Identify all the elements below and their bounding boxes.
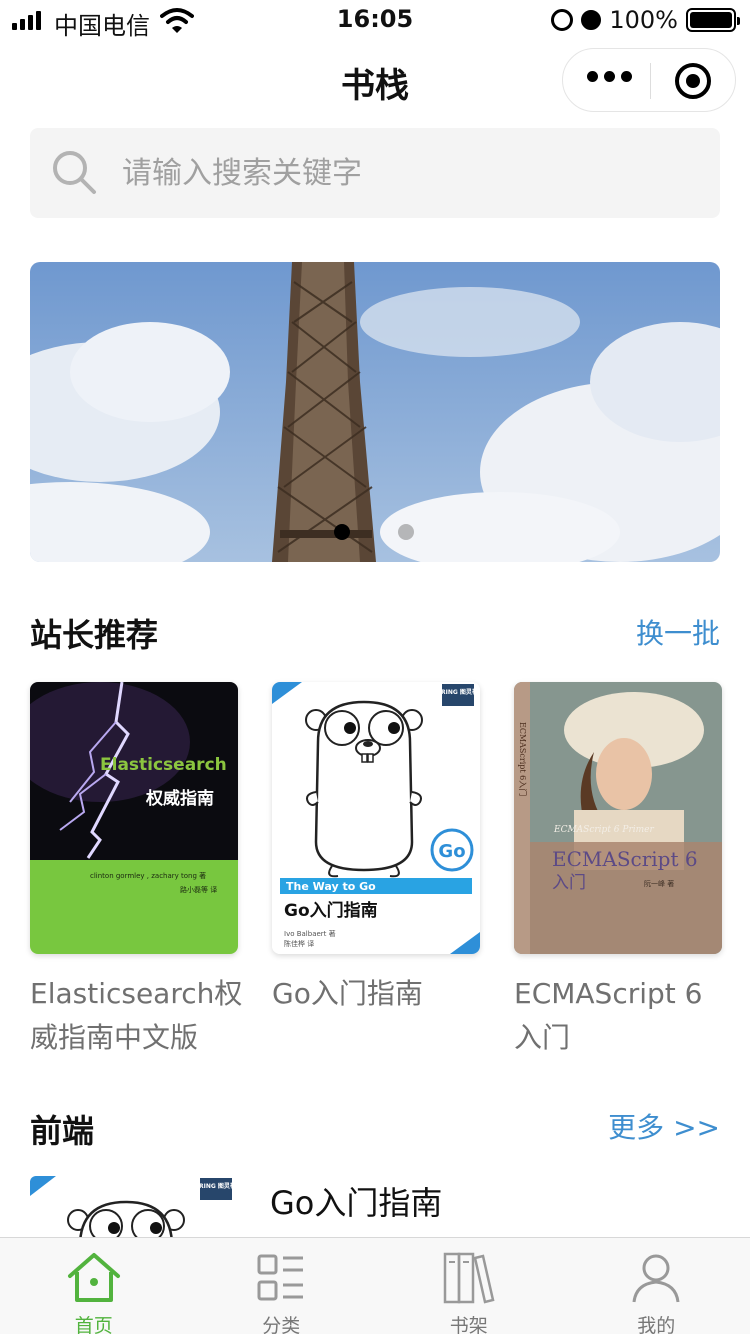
search-input[interactable] <box>122 128 702 218</box>
cover-heading-2: 入门 <box>552 873 586 893</box>
book-cover[interactable]: Elasticsearch 权威指南 clinton gormley , zac… <box>30 682 238 954</box>
cover-heading: Elasticsearch <box>100 755 227 775</box>
bottom-tab-bar: 首页 分类 书架 我的 <box>0 1237 750 1334</box>
cover-subtitle: 权威指南 <box>145 788 214 809</box>
more-link[interactable]: 更多 >> <box>608 1106 720 1146</box>
book-title[interactable]: Go入门指南 <box>272 972 487 1016</box>
tab-bookshelf-label: 书架 <box>449 1315 488 1334</box>
tab-home-label: 首页 <box>74 1315 113 1334</box>
list-item-title[interactable]: Go入门指南 <box>270 1178 442 1224</box>
list-item-cover[interactable]: TURING 图灵社区 <box>30 1176 238 1246</box>
tab-home[interactable]: 首页 <box>0 1238 188 1334</box>
bookshelf-icon <box>443 1252 495 1304</box>
banner-carousel[interactable] <box>30 262 720 562</box>
tab-profile-label: 我的 <box>637 1315 676 1334</box>
cover-spine: ECMAScript 6入门 <box>518 722 528 796</box>
battery-icon <box>686 8 740 32</box>
category-icon <box>257 1254 304 1301</box>
carousel-indicator <box>334 524 414 540</box>
cover-author: 阮一峰 著 <box>644 879 674 888</box>
carousel-dot[interactable] <box>398 524 414 540</box>
cover-heading: Go入门指南 <box>284 900 378 921</box>
go-badge: Go <box>438 841 465 862</box>
more-icon[interactable] <box>587 71 632 82</box>
battery-percent: 100% <box>609 6 678 34</box>
frontend-title: 前端 <box>30 1112 95 1150</box>
book-card[interactable]: ECMAScript 6入门 ECMAScript 6 Primer ECMAS… <box>514 682 722 1060</box>
mini-program-capsule <box>562 48 736 112</box>
book-title[interactable]: Elasticsearch权威指南中文版 <box>30 972 245 1060</box>
book-title[interactable]: ECMAScript 6 入门 <box>514 972 729 1060</box>
carousel-dot[interactable] <box>334 524 350 540</box>
book-card[interactable]: Elasticsearch 权威指南 clinton gormley , zac… <box>30 682 242 1060</box>
search-bar[interactable] <box>30 128 720 218</box>
capsule-divider <box>650 63 651 99</box>
banner-image <box>30 262 720 562</box>
profile-icon <box>632 1254 680 1303</box>
cover-author: Ivo Balbaert 著 <box>284 929 336 938</box>
book-cover[interactable]: TURING 图灵社区 Go The Way to Go Go入门指南 Ivo … <box>272 682 480 954</box>
rotation-lock-icon <box>551 9 574 31</box>
search-icon <box>53 151 96 194</box>
cover-publisher: TURING 图灵社区 <box>432 688 480 696</box>
alarm-icon <box>581 10 602 30</box>
close-miniprogram-icon[interactable] <box>675 63 711 99</box>
tab-profile[interactable]: 我的 <box>563 1238 750 1334</box>
cover-subtitle: ECMAScript 6 Primer <box>553 825 654 835</box>
cover-heading: ECMAScript 6 <box>552 847 698 871</box>
cover-translator: 陈佳桦 译 <box>284 939 314 948</box>
tab-category-label: 分类 <box>262 1315 301 1334</box>
book-cover[interactable]: ECMAScript 6入门 ECMAScript 6 Primer ECMAS… <box>514 682 722 954</box>
status-bar: 中国电信 16:05 100% <box>0 0 750 40</box>
book-card[interactable]: TURING 图灵社区 Go The Way to Go Go入门指南 Ivo … <box>272 682 480 1016</box>
cover-translator: 路小磊等 译 <box>180 885 217 894</box>
cover-banner: The Way to Go <box>286 880 376 893</box>
refresh-batch-link[interactable]: 换一批 <box>636 612 720 652</box>
tab-category[interactable]: 分类 <box>188 1238 376 1334</box>
cover-authors: clinton gormley , zachary tong 著 <box>90 871 206 880</box>
tab-bookshelf[interactable]: 书架 <box>375 1238 563 1334</box>
home-icon <box>67 1253 120 1302</box>
recommend-title: 站长推荐 <box>30 616 159 654</box>
cover-publisher: TURING 图灵社区 <box>190 1182 238 1190</box>
